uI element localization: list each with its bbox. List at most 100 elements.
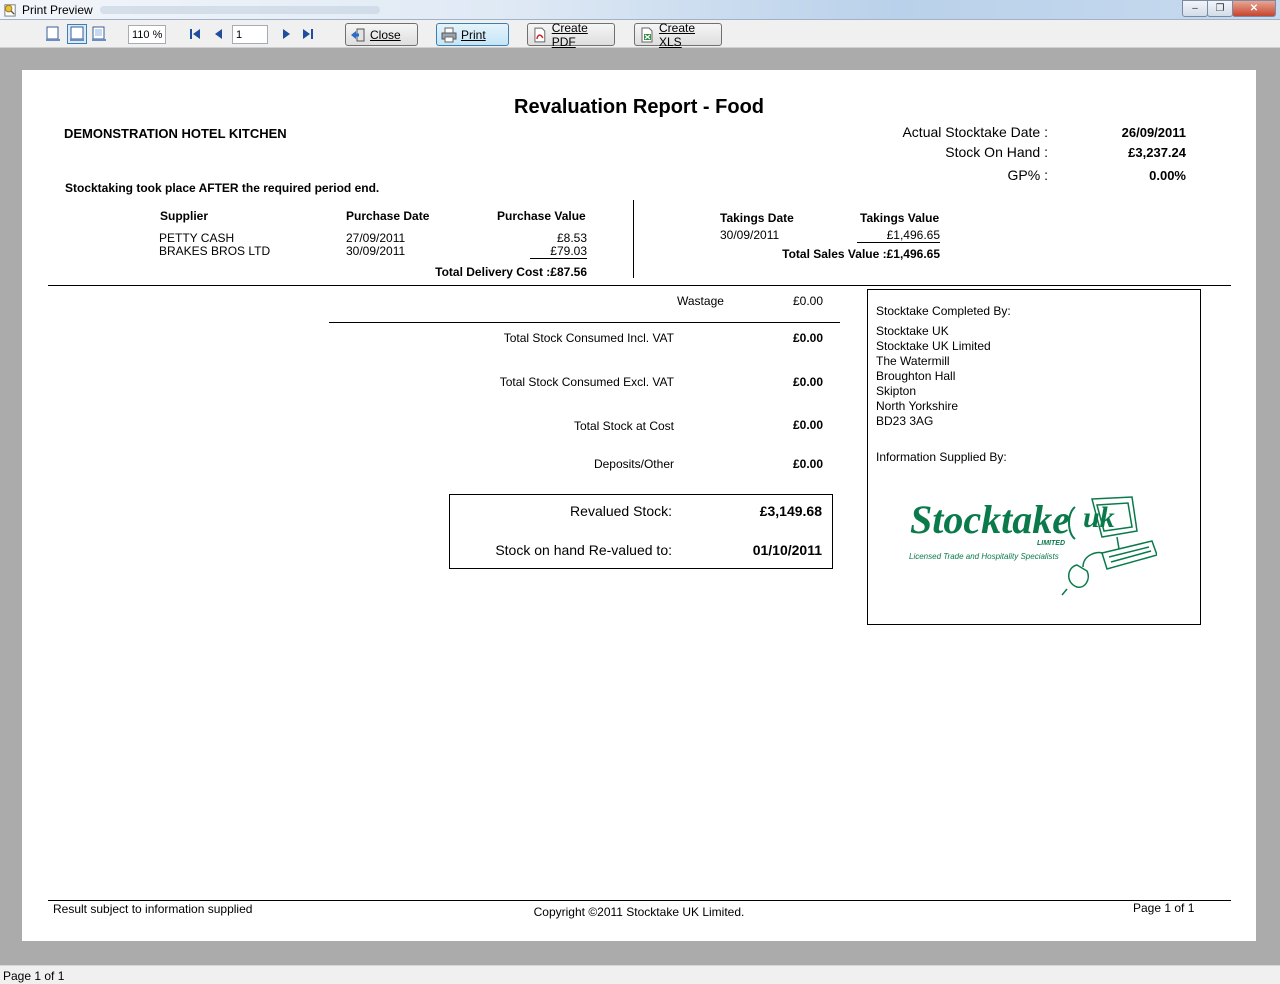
address-line: BD23 3AG bbox=[876, 414, 934, 428]
logo-limited-text: LIMITED bbox=[1037, 540, 1065, 547]
report-title: Revaluation Report - Food bbox=[514, 96, 764, 118]
purchase-value-header: Purchase Value bbox=[497, 209, 586, 223]
wastage-value: £0.00 bbox=[792, 294, 823, 308]
purchase-value-underlined: £79.03 bbox=[530, 244, 587, 259]
minimize-button[interactable]: – bbox=[1182, 0, 1208, 17]
restore-icon: ❐ bbox=[1215, 3, 1225, 14]
create-pdf-button[interactable]: Create PDF bbox=[527, 20, 615, 49]
create-pdf-label: Create PDF bbox=[551, 20, 588, 49]
completed-by-address: Stocktake UK Stocktake UK Limited The Wa… bbox=[876, 324, 991, 429]
stock-at-cost-value: £0.00 bbox=[792, 418, 823, 432]
takings-row-date: 30/09/2011 bbox=[720, 228, 780, 242]
hotel-name: DEMONSTRATION HOTEL KITCHEN bbox=[64, 126, 287, 141]
purchase-date-header: Purchase Date bbox=[346, 209, 430, 223]
consumed-incl-label: Total Stock Consumed Incl. VAT bbox=[503, 331, 674, 345]
table-row-value: £8.53 bbox=[556, 231, 587, 245]
print-button-label: Print bbox=[461, 27, 486, 42]
minimize-icon: – bbox=[1192, 3, 1198, 14]
stock-at-cost-label: Total Stock at Cost bbox=[573, 419, 674, 433]
table-row-date: 27/09/2011 bbox=[346, 231, 406, 245]
takings-value-header: Takings Value bbox=[860, 211, 940, 225]
window-title-obscured bbox=[100, 6, 380, 14]
whole-page-view-icon[interactable] bbox=[91, 26, 107, 42]
single-page-view-icon[interactable] bbox=[45, 26, 61, 42]
zoom-input[interactable] bbox=[128, 25, 166, 44]
consumed-incl-value: £0.00 bbox=[792, 331, 823, 345]
header-divider bbox=[48, 285, 1231, 286]
supplier-header: Supplier bbox=[160, 209, 209, 223]
table-row-value: £79.03 bbox=[487, 244, 587, 259]
revaluation-summary-box: Revalued Stock: £3,149.68 Stock on hand … bbox=[449, 494, 833, 569]
stocktake-note: Stocktaking took place AFTER the require… bbox=[65, 181, 380, 195]
gp-value: 0.00% bbox=[1149, 168, 1186, 183]
deposits-value: £0.00 bbox=[792, 457, 823, 471]
window-title: Print Preview bbox=[22, 3, 93, 17]
exit-door-icon bbox=[351, 28, 365, 41]
consumed-excl-value: £0.00 bbox=[792, 375, 823, 389]
total-delivery-cost: Total Delivery Cost :£87.56 bbox=[387, 265, 587, 279]
takings-value-underlined: £1,496.65 bbox=[856, 228, 940, 243]
deposits-label: Deposits/Other bbox=[593, 457, 674, 471]
total-delivery-value: £87.56 bbox=[550, 265, 587, 279]
section-divider-vertical bbox=[633, 200, 634, 278]
create-xls-button[interactable]: Create XLS bbox=[634, 20, 722, 49]
stocktake-date-label: Actual Stocktake Date : bbox=[902, 124, 1048, 140]
address-line: Broughton Hall bbox=[876, 369, 956, 383]
info-supplied-heading: Information Supplied By: bbox=[876, 450, 1007, 464]
status-bar: Page 1 of 1 bbox=[0, 965, 1280, 984]
stocktake-date-value: 26/09/2011 bbox=[1121, 125, 1186, 140]
revalued-stock-value: £3,149.68 bbox=[759, 503, 822, 519]
total-sales-label: Total Sales Value : bbox=[782, 247, 887, 261]
maximize-button[interactable]: ❐ bbox=[1207, 0, 1233, 17]
excel-file-icon bbox=[641, 27, 653, 42]
wastage-divider bbox=[329, 322, 840, 323]
logo-name-text: Stocktake bbox=[910, 497, 1070, 542]
logo-tagline-text: Licensed Trade and Hospitality Specialis… bbox=[909, 552, 1059, 561]
footer-page-number: Page 1 of 1 bbox=[1133, 901, 1195, 915]
report-page: Revaluation Report - Food DEMONSTRATION … bbox=[22, 70, 1256, 941]
pdf-file-icon bbox=[534, 27, 546, 42]
page-width-view-icon[interactable] bbox=[67, 24, 87, 44]
table-row-supplier: BRAKES BROS LTD bbox=[159, 244, 271, 258]
close-window-button[interactable]: ✕ bbox=[1232, 0, 1276, 17]
address-line: Stocktake UK Limited bbox=[876, 339, 991, 353]
takings-row-value: £1,496.65 bbox=[840, 228, 940, 243]
wastage-label: Wastage bbox=[677, 294, 724, 308]
close-button[interactable]: Close bbox=[345, 23, 418, 46]
printer-icon bbox=[441, 27, 457, 42]
title-bar: Print Preview – ❐ ✕ bbox=[0, 0, 1280, 20]
close-button-label: Close bbox=[370, 27, 401, 42]
revalued-to-value: 01/10/2011 bbox=[752, 542, 822, 558]
first-page-icon[interactable] bbox=[187, 26, 203, 42]
footer-divider bbox=[48, 900, 1231, 901]
stock-on-hand-label: Stock On Hand : bbox=[945, 144, 1048, 160]
print-preview-app-icon bbox=[4, 4, 16, 17]
toolbar: Close Print Create PDF Create XLS bbox=[0, 20, 1280, 49]
gp-label: GP% : bbox=[1007, 167, 1048, 183]
previous-page-icon[interactable] bbox=[211, 26, 227, 42]
total-sales-amount: £1,496.65 bbox=[886, 247, 940, 261]
status-page-count: Page 1 of 1 bbox=[3, 969, 65, 983]
last-page-icon[interactable] bbox=[300, 26, 316, 42]
consumed-excl-label: Total Stock Consumed Excl. VAT bbox=[499, 375, 674, 389]
takings-date-header: Takings Date bbox=[720, 211, 794, 225]
page-number-input[interactable] bbox=[232, 25, 268, 44]
revalued-stock-label: Revalued Stock: bbox=[570, 503, 672, 519]
address-line: North Yorkshire bbox=[876, 399, 959, 413]
completed-by-heading: Stocktake Completed By: bbox=[876, 304, 1011, 318]
footer-copyright: Copyright ©2011 Stocktake UK Limited. bbox=[533, 905, 745, 919]
total-delivery-label: Total Delivery Cost : bbox=[435, 265, 551, 279]
address-line: Skipton bbox=[876, 384, 917, 398]
table-row-date: 30/09/2011 bbox=[346, 244, 406, 258]
address-line: Stocktake UK bbox=[876, 324, 949, 338]
create-xls-label: Create XLS bbox=[658, 20, 696, 49]
stock-on-hand-value: £3,237.24 bbox=[1128, 145, 1186, 160]
stocktake-uk-logo: Stocktake uk LIMITED Licensed Trade and … bbox=[909, 496, 1157, 596]
total-sales-value: Total Sales Value :£1,496.65 bbox=[740, 247, 940, 261]
close-icon: ✕ bbox=[1249, 3, 1259, 14]
address-line: The Watermill bbox=[876, 354, 950, 368]
revalued-to-label: Stock on hand Re-valued to: bbox=[495, 542, 672, 558]
print-button[interactable]: Print bbox=[436, 23, 509, 46]
next-page-icon[interactable] bbox=[278, 26, 294, 42]
table-row-supplier: PETTY CASH bbox=[159, 231, 235, 245]
